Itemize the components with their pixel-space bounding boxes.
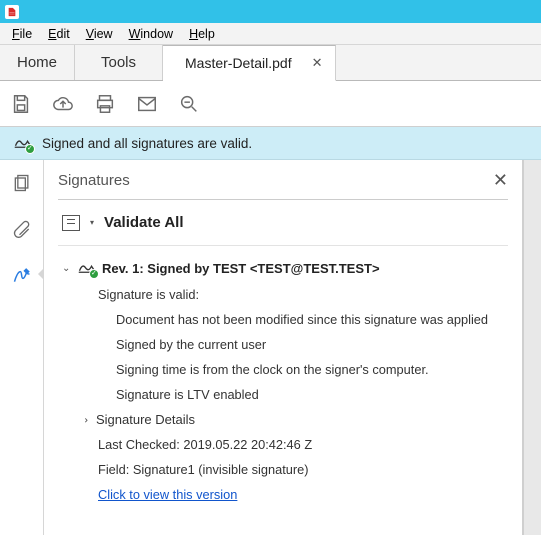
signature-status-text: Signed and all signatures are valid. bbox=[42, 136, 252, 151]
zoom-out-icon[interactable] bbox=[178, 93, 200, 115]
panel-close-icon[interactable]: ✕ bbox=[493, 170, 508, 191]
tab-bar: Home Tools Master-Detail.pdf ✕ bbox=[0, 45, 541, 81]
app-icon bbox=[5, 5, 19, 19]
detail-signing-time: Signing time is from the clock on the si… bbox=[98, 357, 508, 382]
signature-valid-icon bbox=[78, 260, 96, 276]
expand-caret-icon[interactable]: ⌄ bbox=[80, 415, 91, 425]
tab-close-icon[interactable]: ✕ bbox=[312, 55, 323, 71]
detail-ltv: Signature is LTV enabled bbox=[98, 382, 508, 407]
validate-all-label: Validate All bbox=[104, 214, 183, 231]
options-icon[interactable] bbox=[62, 215, 80, 231]
tab-document[interactable]: Master-Detail.pdf ✕ bbox=[163, 45, 336, 81]
print-icon[interactable] bbox=[94, 93, 116, 115]
cloud-upload-icon[interactable] bbox=[52, 93, 74, 115]
attachments-panel-icon[interactable] bbox=[7, 214, 37, 244]
menu-file[interactable]: File bbox=[4, 25, 40, 43]
side-rail bbox=[0, 160, 44, 535]
signature-status-bar: Signed and all signatures are valid. bbox=[0, 127, 541, 160]
tab-home[interactable]: Home bbox=[0, 45, 75, 80]
signature-valid-icon bbox=[14, 135, 32, 151]
signature-details-label: Signature Details bbox=[96, 412, 195, 427]
detail-field: Field: Signature1 (invisible signature) bbox=[98, 457, 508, 482]
tab-document-label: Master-Detail.pdf bbox=[185, 55, 292, 71]
panel-title: Signatures bbox=[58, 172, 130, 189]
detail-not-modified: Document has not been modified since thi… bbox=[98, 307, 508, 332]
menu-help[interactable]: Help bbox=[181, 25, 223, 43]
sig-valid-heading: Signature is valid: bbox=[98, 282, 508, 307]
signature-details-tree: Signature is valid: Document has not bee… bbox=[58, 282, 508, 507]
tab-tools[interactable]: Tools bbox=[75, 45, 163, 80]
view-version-link[interactable]: Click to view this version bbox=[98, 487, 237, 502]
menu-edit[interactable]: Edit bbox=[40, 25, 78, 43]
revision-title: Rev. 1: Signed by TEST <TEST@TEST.TEST> bbox=[102, 261, 380, 276]
signatures-panel-icon[interactable] bbox=[7, 260, 37, 290]
panel-header: Signatures ✕ bbox=[58, 170, 508, 200]
pages-panel-icon[interactable] bbox=[7, 168, 37, 198]
revision-row[interactable]: ⌄ Rev. 1: Signed by TEST <TEST@TEST.TEST… bbox=[58, 246, 508, 282]
save-icon[interactable] bbox=[10, 93, 32, 115]
signatures-panel: Signatures ✕ ▾ Validate All ⌄ Rev. 1: Si… bbox=[44, 160, 523, 535]
menu-view[interactable]: View bbox=[78, 25, 121, 43]
toolbar bbox=[0, 81, 541, 127]
menu-bar: File Edit View Window Help bbox=[0, 23, 541, 45]
detail-current-user: Signed by the current user bbox=[98, 332, 508, 357]
document-view-edge bbox=[523, 160, 541, 535]
email-icon[interactable] bbox=[136, 93, 158, 115]
title-bar bbox=[0, 0, 541, 23]
detail-last-checked: Last Checked: 2019.05.22 20:42:46 Z bbox=[98, 432, 508, 457]
collapse-caret-icon[interactable]: ⌄ bbox=[62, 263, 72, 274]
dropdown-caret-icon[interactable]: ▾ bbox=[90, 218, 94, 227]
content-area: Signatures ✕ ▾ Validate All ⌄ Rev. 1: Si… bbox=[0, 160, 541, 535]
validate-all-row[interactable]: ▾ Validate All bbox=[58, 200, 508, 246]
menu-window[interactable]: Window bbox=[121, 25, 181, 43]
signature-details-expander[interactable]: ⌄ Signature Details bbox=[80, 407, 508, 432]
